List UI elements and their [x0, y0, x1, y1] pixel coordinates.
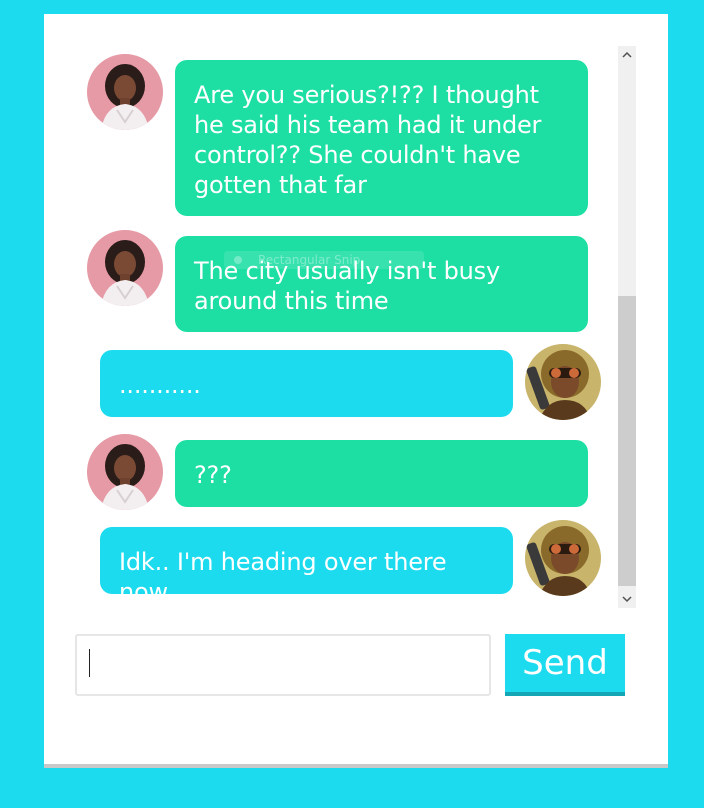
chat-window: Are you serious?!?? I thought he said hi…: [44, 14, 668, 768]
rectangular-snip-overlay: Rectangular Snip: [224, 251, 424, 269]
message-bubble: Are you serious?!?? I thought he said hi…: [175, 60, 588, 216]
message-row: The city usually isn't busy around this …: [74, 230, 636, 332]
message-list[interactable]: Are you serious?!?? I thought he said hi…: [74, 46, 636, 606]
vertical-scrollbar[interactable]: [618, 46, 636, 608]
message-row: Are you serious?!?? I thought he said hi…: [74, 54, 636, 216]
snip-label: Rectangular Snip: [258, 253, 361, 267]
woman-portrait-avatar[interactable]: [87, 230, 163, 306]
chevron-up-icon[interactable]: [618, 46, 636, 64]
message-row: ???: [74, 434, 636, 514]
message-bubble: ...........: [100, 350, 513, 417]
woman-portrait-avatar[interactable]: [87, 434, 163, 510]
snip-icon: [234, 256, 242, 264]
message-input[interactable]: [75, 634, 491, 696]
text-caret: [89, 649, 90, 677]
woman-portrait-avatar[interactable]: [87, 54, 163, 130]
goggles-character-avatar[interactable]: [525, 344, 601, 420]
message-row: Idk.. I'm heading over there now.: [74, 520, 636, 606]
chevron-down-icon[interactable]: [618, 590, 636, 608]
message-bubble: ???: [175, 440, 588, 507]
send-button[interactable]: Send: [505, 634, 625, 696]
goggles-character-avatar[interactable]: [525, 520, 601, 596]
scrollbar-thumb[interactable]: [618, 296, 636, 586]
message-row: ...........: [74, 344, 636, 426]
message-bubble: Idk.. I'm heading over there now.: [100, 527, 513, 606]
